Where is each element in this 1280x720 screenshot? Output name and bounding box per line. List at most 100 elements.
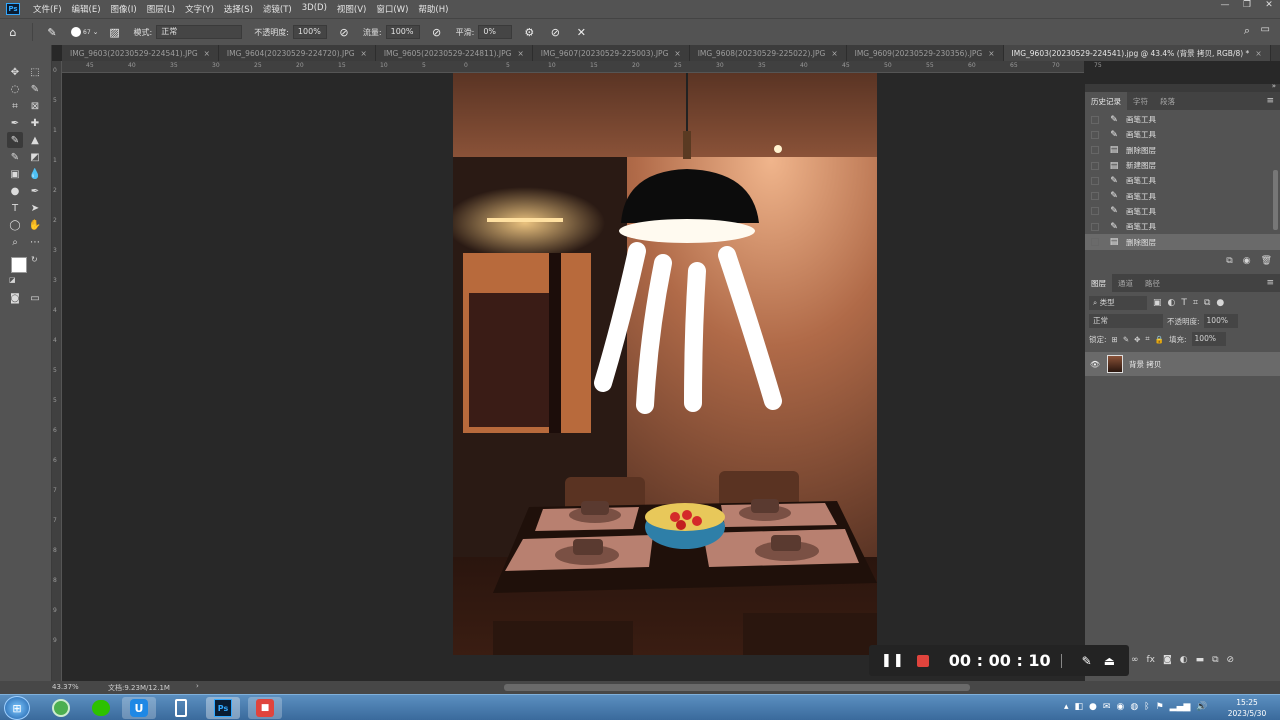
move-tool-icon[interactable]: ✥ — [7, 64, 23, 80]
history-item[interactable]: ✎ 画笔工具 — [1085, 204, 1280, 219]
layer-name[interactable]: 背景 拷贝 — [1129, 359, 1161, 370]
tray-app-icon[interactable]: ◧ — [1075, 702, 1084, 712]
menu-item[interactable]: 滤镜(T) — [258, 3, 297, 15]
eraser-tool-icon[interactable]: ◩ — [27, 149, 43, 165]
start-button[interactable]: ⊞ — [4, 696, 30, 720]
pressure-opacity-icon[interactable]: ⊘ — [336, 24, 352, 40]
default-colors-icon[interactable]: ◪ — [9, 276, 16, 284]
link-layers-icon[interactable]: ∞ — [1131, 655, 1139, 665]
taskbar-phone-icon[interactable] — [164, 697, 198, 719]
history-source-checkbox[interactable] — [1091, 161, 1099, 170]
restore-icon[interactable]: ❐ — [1236, 0, 1258, 10]
document-tab[interactable]: IMG_9609(20230529-230356).JPG × — [847, 45, 1004, 61]
tray-record-icon[interactable]: ● — [1089, 702, 1097, 712]
close-tab-icon[interactable]: × — [831, 49, 837, 58]
taskbar-browser-icon[interactable] — [44, 697, 78, 719]
menu-item[interactable]: 图层(L) — [142, 3, 180, 15]
lock-artboard-icon[interactable]: ⌗ — [1145, 334, 1149, 344]
smooth-field[interactable]: 0% — [478, 25, 513, 39]
lock-transparent-icon[interactable]: ⊞ — [1112, 335, 1118, 344]
history-item[interactable]: ✎ 画笔工具 — [1085, 219, 1280, 234]
swap-colors-icon[interactable]: ↻ — [31, 255, 38, 264]
layers-panel-menu-icon[interactable]: ≡ — [1266, 278, 1274, 288]
history-panel-menu-icon[interactable]: ≡ — [1266, 96, 1274, 106]
tray-signal-icon[interactable]: ▂▄▆ — [1170, 702, 1191, 712]
flow-field[interactable]: 100% — [385, 25, 420, 39]
brush-tool-icon[interactable]: ✎ — [44, 24, 60, 40]
document-tab[interactable]: IMG_9604(20230529-224720).JPG × — [219, 45, 376, 61]
lock-position-icon[interactable]: ✥ — [1134, 335, 1140, 344]
filter-pixel-icon[interactable]: ▣ — [1153, 298, 1162, 308]
taskbar-clock[interactable]: 15:25 2023/5/30 — [1222, 697, 1272, 719]
workspace-icon[interactable]: ▭ — [1261, 24, 1270, 35]
stamp-tool-icon[interactable]: ▲ — [27, 132, 43, 148]
menu-item[interactable]: 编辑(E) — [67, 3, 106, 15]
zoom-level[interactable]: 43.37% — [52, 683, 79, 691]
lock-image-icon[interactable]: ✎ — [1123, 335, 1129, 344]
new-layer-icon[interactable]: ⧉ — [1212, 655, 1218, 665]
eyedropper-tool-icon[interactable]: ✒ — [7, 115, 23, 131]
tray-chat-icon[interactable]: ◍ — [1130, 702, 1138, 712]
gradient-tool-icon[interactable]: ▣ — [7, 166, 23, 182]
taskbar-u-app-icon[interactable]: U — [122, 697, 156, 719]
document-tab[interactable]: IMG_9607(20230529-225003).JPG × — [533, 45, 690, 61]
close-tab-icon[interactable]: × — [988, 49, 994, 58]
panel-tab[interactable]: 路径 — [1139, 274, 1166, 292]
more-tools-icon[interactable]: ⋯ — [27, 234, 43, 250]
filter-adjust-icon[interactable]: ◐ — [1168, 298, 1176, 308]
adjustment-layer-icon[interactable]: ◐ — [1180, 655, 1188, 665]
history-item[interactable]: ✎ 画笔工具 — [1085, 188, 1280, 203]
history-scrollbar[interactable] — [1273, 170, 1278, 230]
history-item[interactable]: ▤ 删除图层 — [1085, 234, 1280, 250]
airbrush-icon[interactable]: ⊘ — [429, 24, 445, 40]
opacity-field[interactable]: 100% — [292, 25, 327, 39]
healing-tool-icon[interactable]: ✚ — [27, 115, 43, 131]
dodge-tool-icon[interactable]: ● — [7, 183, 23, 199]
document-tab[interactable]: IMG_9608(20230529-225022).JPG × — [690, 45, 847, 61]
panel-tab[interactable]: 字符 — [1127, 92, 1154, 110]
history-source-checkbox[interactable] — [1091, 238, 1099, 247]
taskbar-photoshop-icon[interactable]: Ps — [206, 697, 240, 719]
document-tab[interactable]: IMG_9605(20230529-224811).JPG × — [376, 45, 533, 61]
new-group-icon[interactable]: ▬ — [1196, 655, 1205, 665]
menu-item[interactable]: 帮助(H) — [413, 3, 453, 15]
panel-tab[interactable]: 历史记录 — [1085, 92, 1127, 110]
menu-item[interactable]: 窗口(W) — [371, 3, 413, 15]
snapshot-icon[interactable]: ◉ — [1243, 256, 1251, 266]
filter-shape-icon[interactable]: ⌗ — [1193, 298, 1198, 308]
collapse-icon[interactable]: » — [1272, 82, 1276, 90]
brush-preset-picker[interactable]: 67 ⌄ — [71, 27, 99, 37]
marquee-tool-icon[interactable]: ⬚ — [27, 64, 43, 80]
filter-type-icon[interactable]: T — [1181, 298, 1187, 308]
ellipse-tool-icon[interactable]: ◯ — [7, 217, 23, 233]
history-item[interactable]: ▤ 新建图层 — [1085, 158, 1280, 173]
menu-item[interactable]: 3D(D) — [297, 3, 332, 15]
mode-select[interactable]: 正常 — [156, 25, 243, 39]
stop-icon[interactable] — [916, 654, 929, 667]
close-tab-icon[interactable]: × — [517, 49, 523, 58]
tray-arrow-icon[interactable]: ▴ — [1064, 702, 1069, 712]
panel-tab[interactable]: 图层 — [1085, 274, 1112, 292]
history-source-checkbox[interactable] — [1091, 192, 1099, 201]
history-item[interactable]: ▤ 删除图层 — [1085, 143, 1280, 158]
history-source-checkbox[interactable] — [1091, 207, 1099, 216]
minimize-icon[interactable]: — — [1214, 0, 1236, 10]
document-tab[interactable]: IMG_9603(20230529-224541).jpg @ 43.4% (背… — [1003, 45, 1271, 61]
filter-smart-icon[interactable]: ⧉ — [1204, 298, 1210, 308]
frame-tool-icon[interactable]: ⊠ — [27, 98, 43, 114]
trash-icon[interactable]: 🗑 — [1261, 256, 1272, 266]
foreground-color-swatch[interactable] — [11, 257, 27, 273]
crop-tool-icon[interactable]: ⌗ — [7, 98, 23, 114]
layer-row[interactable]: 👁 背景 拷贝 — [1085, 352, 1280, 376]
document-tab[interactable]: IMG_9603(20230529-224541).JPG × — [62, 45, 219, 61]
menu-item[interactable]: 文字(Y) — [180, 3, 219, 15]
blend-mode-select[interactable]: 正常 — [1089, 314, 1163, 328]
tray-mail-icon[interactable]: ✉ — [1103, 702, 1111, 712]
chevron-right-icon[interactable]: › — [196, 682, 199, 690]
menu-item[interactable]: 图像(I) — [106, 3, 142, 15]
document-canvas[interactable] — [453, 73, 877, 655]
screen-mode-icon[interactable]: ▭ — [27, 290, 43, 306]
quick-select-tool-icon[interactable]: ✎ — [27, 81, 43, 97]
menu-item[interactable]: 视图(V) — [332, 3, 371, 15]
new-document-from-state-icon[interactable]: ⧉ — [1226, 256, 1232, 266]
